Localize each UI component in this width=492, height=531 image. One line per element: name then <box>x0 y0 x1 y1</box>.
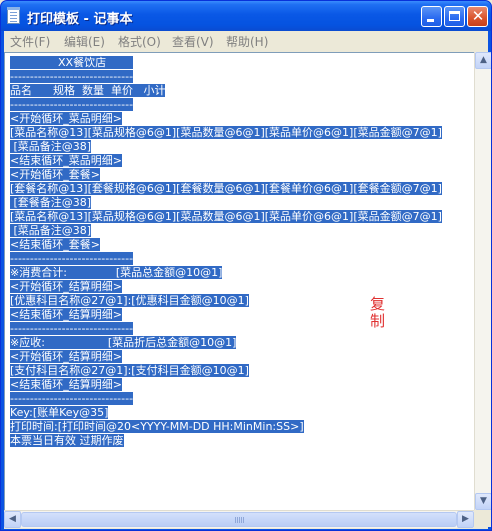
scroll-down-button[interactable]: ▼ <box>475 493 491 510</box>
text-line: 本票当日有效 过期作废 <box>10 434 124 447</box>
text-line: <结束循环_菜品明细> <box>10 154 122 167</box>
horizontal-scroll-thumb[interactable] <box>21 512 457 527</box>
notepad-icon[interactable] <box>7 7 20 24</box>
text-line: ------------------------------- <box>10 70 134 83</box>
maximize-icon <box>449 11 460 21</box>
text-line: Key:[账单Key@35] <box>10 406 109 419</box>
text-line: ------------------------------- <box>10 252 134 265</box>
text-line: <开始循环_菜品明细> <box>10 112 122 125</box>
minimize-icon <box>427 19 434 22</box>
arrow-up-icon: ▲ <box>480 55 487 65</box>
text-editor[interactable]: XX餐饮店 ------------------------------- 品名… <box>4 52 474 510</box>
text-line: 打印时间:[打印时间@20<YYYY-MM-DD HH:MinMin:SS>] <box>10 420 304 433</box>
scroll-right-button[interactable]: ▶ <box>457 511 474 528</box>
text-line: XX餐饮店 <box>10 56 134 69</box>
scroll-left-button[interactable]: ◀ <box>4 511 21 528</box>
notepad-window: 打印模板 - 记事本 ✕ 文件(F) 编辑(E) 格式(O) 查看(V) 帮助(… <box>0 0 492 531</box>
copy-annotation: 复制 <box>368 296 386 330</box>
client-area: XX餐饮店 ------------------------------- 品名… <box>4 50 491 529</box>
text-line: 品名 规格 数量 单价 小计 <box>10 84 166 97</box>
text-line: <开始循环_结算明细> <box>10 280 122 293</box>
menu-bar: 文件(F) 编辑(E) 格式(O) 查看(V) 帮助(H) <box>4 31 488 50</box>
grip-icon <box>235 517 244 523</box>
menu-help[interactable]: 帮助(H) <box>226 33 268 50</box>
text-line: <结束循环_结算明细> <box>10 378 122 391</box>
text-line: ------------------------------- <box>10 322 134 335</box>
close-icon: ✕ <box>471 7 485 25</box>
text-line: <开始循环_结算明细> <box>10 350 122 363</box>
window-title: 打印模板 - 记事本 <box>27 12 133 27</box>
text-line: [菜品备注@38] <box>10 224 92 237</box>
menu-view[interactable]: 查看(V) <box>172 33 214 50</box>
text-line: [套餐备注@38] <box>10 196 92 209</box>
text-line: <结束循环_结算明细> <box>10 308 122 321</box>
text-line: [支付科目名称@27@1]:[支付科目金额@10@1] <box>10 364 249 377</box>
arrow-right-icon: ▶ <box>462 514 469 524</box>
menu-edit[interactable]: 编辑(E) <box>64 33 105 50</box>
vertical-scrollbar[interactable]: ▲ ▼ <box>474 52 491 510</box>
text-line: ------------------------------- <box>10 98 134 111</box>
menu-file[interactable]: 文件(F) <box>10 33 50 50</box>
text-line: ※消费合计: [菜品总金额@10@1] <box>10 266 223 279</box>
maximize-button[interactable] <box>444 6 465 27</box>
text-line: <结束循环_套餐> <box>10 238 100 251</box>
text-line: ※应收: [菜品折后总金额@10@1] <box>10 336 237 349</box>
scroll-up-button[interactable]: ▲ <box>475 52 491 69</box>
size-grip[interactable] <box>474 510 491 527</box>
text-line: <开始循环_套餐> <box>10 168 100 181</box>
horizontal-scrollbar[interactable]: ◀ ▶ <box>4 510 474 528</box>
text-line: [菜品备注@38] <box>10 140 92 153</box>
arrow-left-icon: ◀ <box>9 514 16 524</box>
minimize-button[interactable] <box>421 6 442 27</box>
arrow-down-icon: ▼ <box>480 496 487 506</box>
text-line: [菜品名称@13][菜品规格@6@1][菜品数量@6@1][菜品单价@6@1][… <box>10 126 442 139</box>
text-line: [优惠科目名称@27@1]:[优惠科目金额@10@1] <box>10 294 249 307</box>
text-line: ------------------------------- <box>10 392 134 405</box>
text-line: [套餐名称@13][套餐规格@6@1][套餐数量@6@1][套餐单价@6@1][… <box>10 182 442 195</box>
title-bar[interactable]: 打印模板 - 记事本 ✕ <box>1 1 491 31</box>
menu-format[interactable]: 格式(O) <box>118 33 161 50</box>
close-button[interactable]: ✕ <box>467 6 488 27</box>
text-line: [菜品名称@13][菜品规格@6@1][菜品数量@6@1][菜品单价@6@1][… <box>10 210 442 223</box>
